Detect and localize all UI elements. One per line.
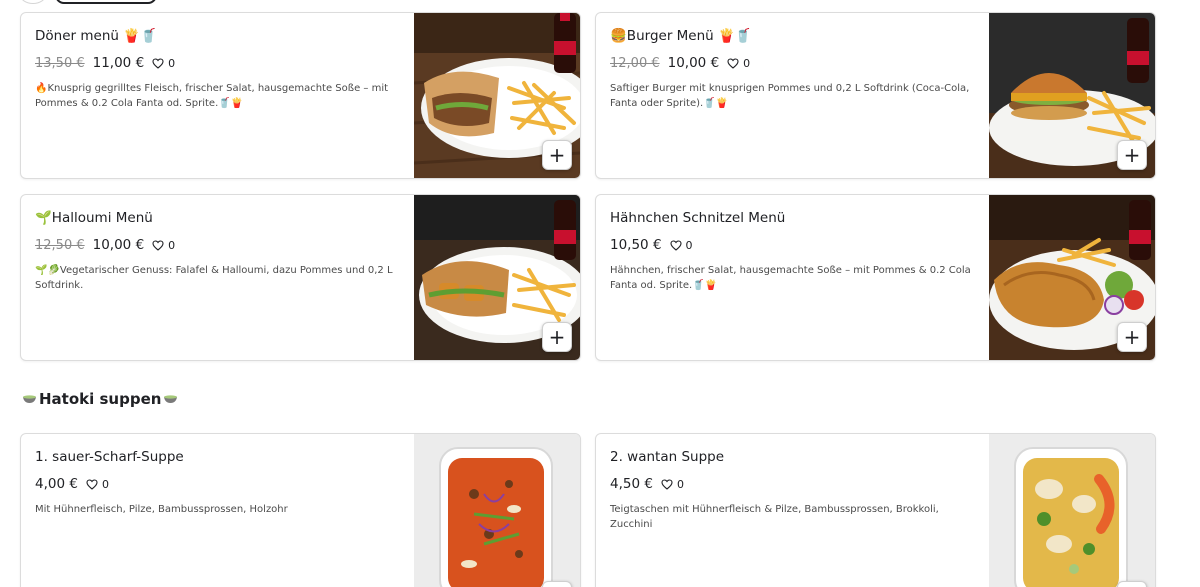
item-price: 10,50 € [610, 237, 662, 253]
menu-item-card-doener[interactable]: Döner menü 🍟🥤 13,50 € 11,00 € 0 🔥Knuspri… [20, 12, 581, 179]
item-description: Saftiger Burger mit knusprigen Pommes un… [610, 83, 970, 109]
section-title-text: Hatoki suppen [39, 390, 162, 408]
heart-icon [86, 478, 98, 490]
item-old-price: 12,50 € [35, 237, 85, 253]
item-title: 1. sauer-Scharf-Suppe [35, 449, 184, 465]
like-count: 0 [168, 56, 176, 70]
item-description: 🌱🥬Vegetarischer Genuss: Falafel & Hallou… [35, 265, 393, 291]
item-title: Döner menü 🍟🥤 [35, 28, 157, 44]
item-description: Hähnchen, frischer Salat, hausgemachte S… [610, 265, 971, 291]
wantan-suppe-photo [989, 434, 1155, 587]
item-description: 🔥Knusprig gegrilltes Fleisch, frischer S… [35, 83, 389, 109]
add-to-cart-button[interactable]: + [1117, 581, 1147, 587]
heart-icon [727, 57, 739, 69]
add-to-cart-button[interactable]: + [542, 140, 572, 170]
item-title: 🍔Burger Menü 🍟🥤 [610, 28, 752, 44]
item-price: 11,00 € [92, 55, 145, 71]
soup-bowl-icon [164, 395, 178, 403]
filter-chip-active[interactable] [55, 0, 157, 4]
soup-bowl-icon [23, 395, 36, 403]
item-price: 10,00 € [92, 237, 145, 253]
item-old-price: 12,00 € [610, 55, 660, 71]
item-description: Mit Hühnerfleisch, Pilze, Bambussprossen… [35, 504, 288, 515]
like-count: 0 [168, 238, 176, 252]
heart-icon [152, 239, 164, 251]
add-to-cart-button[interactable]: + [1117, 140, 1147, 170]
item-title: 2. wantan Suppe [610, 449, 725, 465]
item-old-price: 13,50 € [35, 55, 85, 71]
menu-item-card-burger[interactable]: 🍔Burger Menü 🍟🥤 12,00 € 10,00 € 0 Saftig… [595, 12, 1156, 179]
filter-chip-round[interactable] [20, 0, 46, 4]
like-button[interactable]: 0 [152, 239, 175, 252]
menu-item-card-schnitzel[interactable]: Hähnchen Schnitzel Menü 10,50 € 0 Hähnch… [595, 194, 1156, 361]
like-count: 0 [743, 56, 751, 70]
like-count: 0 [676, 477, 684, 491]
menu-item-card-sauer-scharf-suppe[interactable]: 1. sauer-Scharf-Suppe 4,00 € 0 Mit Hühne… [20, 433, 581, 587]
like-button[interactable]: 0 [661, 478, 684, 491]
like-count: 0 [101, 477, 109, 491]
item-price: 4,00 € [35, 476, 78, 492]
add-to-cart-button[interactable]: + [542, 581, 572, 587]
item-price: 10,00 € [667, 55, 720, 71]
sauer-scharf-suppe-photo [414, 434, 580, 587]
item-description: Teigtaschen mit Hühnerfleisch & Pilze, B… [610, 504, 939, 530]
heart-icon [669, 239, 682, 251]
menu-item-card-halloumi[interactable]: 🌱Halloumi Menü 12,50 € 10,00 € 0 🌱🥬Veget… [20, 194, 581, 361]
menu-item-card-wantan-suppe[interactable]: 2. wantan Suppe 4,50 € 0 Teigtaschen mit… [595, 433, 1156, 587]
add-to-cart-button[interactable]: + [1117, 322, 1147, 352]
section-title: Hatoki suppen [20, 390, 180, 408]
item-title: 🌱Halloumi Menü [35, 210, 153, 226]
like-button[interactable]: 0 [86, 478, 109, 491]
like-button[interactable]: 0 [152, 57, 175, 70]
heart-icon [152, 57, 164, 69]
heart-icon [661, 478, 673, 490]
like-button[interactable]: 0 [669, 238, 693, 252]
like-button[interactable]: 0 [727, 57, 750, 70]
item-price: 4,50 € [610, 476, 653, 492]
add-to-cart-button[interactable]: + [542, 322, 572, 352]
like-count: 0 [685, 238, 693, 252]
item-title: Hähnchen Schnitzel Menü [610, 210, 786, 226]
